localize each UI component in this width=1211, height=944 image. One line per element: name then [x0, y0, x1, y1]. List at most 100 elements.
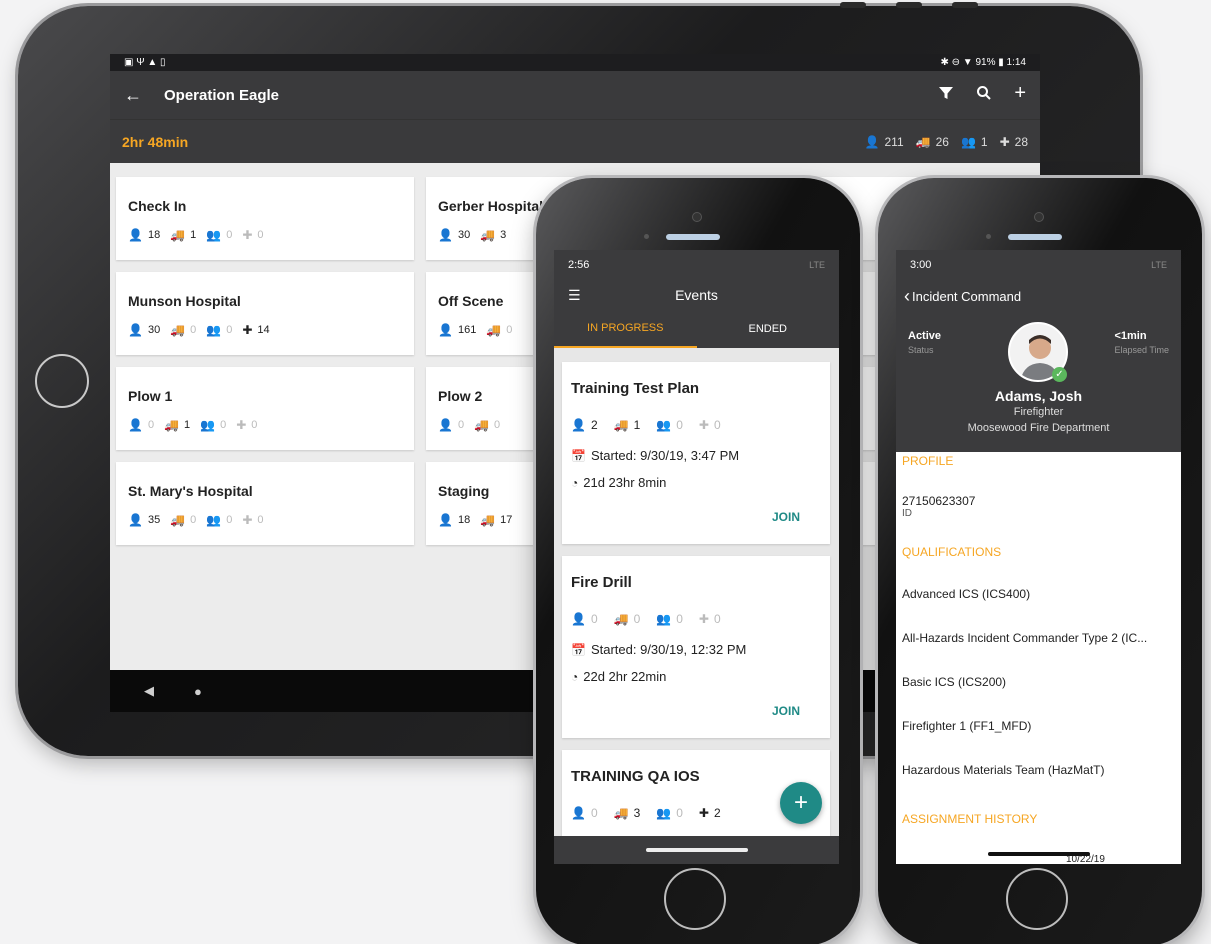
event-card[interactable]: Training Test Plan 👤 2 🚚 1 👥 0 ✚ 0 📅 Started:… — [562, 362, 830, 544]
vehicle-count: 26 — [935, 134, 949, 149]
back-arrow-icon[interactable]: ← — [124, 85, 142, 106]
qualification-item[interactable]: All-Hazards Incident Commander Type 2 (I… — [902, 631, 1147, 645]
profile-header: Active Status ✓ <1min Elapsed Time Adams… — [896, 312, 1181, 452]
hamburger-menu-icon[interactable]: ☰ — [568, 287, 581, 304]
phone-home-button[interactable] — [664, 868, 726, 930]
location-name: Staging — [438, 483, 490, 499]
vehicle-count: 0 — [494, 419, 501, 431]
truck-icon: 🚚 — [474, 418, 490, 432]
truck-icon: 🚚 — [480, 228, 496, 242]
medkit-icon: ✚ — [999, 134, 1010, 149]
person-icon: 👤 — [438, 323, 453, 337]
group-icon: 👥 — [206, 513, 222, 527]
qualification-item[interactable]: Basic ICS (ICS200) — [902, 675, 1006, 689]
truck-icon: 🚚 — [170, 228, 186, 242]
home-indicator — [646, 848, 748, 852]
chevron-left-icon[interactable]: ‹ — [904, 286, 910, 307]
group-count: 0 — [220, 419, 227, 431]
event-name: Training Test Plan — [571, 380, 700, 397]
join-button[interactable]: JOIN — [772, 704, 800, 718]
elapsed-label: Elapsed Time — [1114, 345, 1169, 355]
add-icon[interactable]: + — [1014, 83, 1026, 106]
id-row: 27150623307 ID — [902, 494, 975, 519]
tablet-hardware-button — [840, 2, 866, 8]
location-card[interactable]: Check In 👤 18 🚚 1 👥 0 ✚ 0 — [116, 177, 414, 260]
verified-check-icon: ✓ — [1052, 367, 1067, 382]
summary-bar: 2hr 48min 👤 211 🚚 26 👥 1 ✚ 28 — [110, 119, 1040, 163]
front-camera — [1034, 212, 1044, 222]
nav-back-icon[interactable]: ◀ — [144, 683, 154, 699]
nav-home-icon[interactable]: ● — [194, 684, 202, 699]
add-event-button[interactable]: + — [780, 782, 822, 824]
event-card[interactable]: Fire Drill 👤 0 🚚 0 👥 0 ✚ 0 📅 Started: 9/30/19… — [562, 556, 830, 738]
person-role: Firefighter — [1013, 406, 1064, 418]
person-icon: 👤 — [571, 806, 586, 820]
person-department: Moosewood Fire Department — [967, 422, 1110, 434]
people-count: 18 — [147, 229, 161, 241]
people-count: 35 — [147, 514, 161, 526]
group-icon: 👥 — [206, 323, 222, 337]
status-bar: ▣ Ψ ▲ ▯ ✱ ⊖ ▼ 91% ▮ 1:14 — [110, 54, 1040, 71]
earpiece-speaker — [1008, 234, 1062, 240]
tab-ended[interactable]: ENDED — [697, 310, 840, 348]
elapsed-time: 2hr 48min — [122, 133, 189, 150]
location-name: Off Scene — [438, 293, 504, 309]
incident-phone: 3:00 LTE ‹ Incident Command Active Statu… — [878, 178, 1202, 944]
location-name: Check In — [128, 198, 187, 214]
section-assignment-history: ASSIGNMENT HISTORY — [902, 812, 1038, 826]
signal-indicator: LTE — [1151, 260, 1167, 270]
person-icon: 👤 — [128, 323, 143, 337]
sensor — [644, 234, 649, 239]
filter-icon[interactable] — [938, 85, 954, 106]
person-name: Adams, Josh — [994, 388, 1083, 404]
location-name: St. Mary's Hospital — [128, 483, 253, 499]
sensor — [986, 234, 991, 239]
event-name: TRAINING QA IOS — [571, 768, 700, 785]
medkit-icon: ✚ — [698, 418, 709, 432]
tablet-hardware-button — [896, 2, 922, 8]
group-icon: 👥 — [656, 612, 672, 626]
medkit-icon: ✚ — [698, 612, 709, 626]
group-icon: 👥 — [206, 228, 222, 242]
people-count: 0 — [147, 419, 155, 431]
calendar-icon: 📅 — [571, 642, 586, 657]
app-bar: ← Operation Eagle + — [110, 71, 1040, 119]
tab-in-progress[interactable]: IN PROGRESS — [554, 310, 697, 348]
truck-icon: 🚚 — [613, 806, 629, 820]
status-stat: Active Status — [908, 330, 941, 355]
person-icon: 👤 — [438, 418, 453, 432]
group-count: 0 — [676, 806, 683, 820]
person-icon: 👤 — [571, 418, 586, 432]
truck-icon: 🚚 — [170, 513, 186, 527]
people-count: 30 — [457, 229, 471, 241]
phone-status-bar: 2:56 LTE — [554, 250, 839, 280]
tablet-home-button[interactable] — [35, 354, 89, 408]
elapsed-stat: <1min Elapsed Time — [1114, 330, 1169, 355]
section-profile: PROFILE — [902, 454, 954, 468]
vehicle-count: 1 — [190, 229, 197, 241]
clock: 2:56 — [568, 259, 590, 271]
kit-count: 0 — [251, 419, 258, 431]
qualification-item[interactable]: Hazardous Materials Team (HazMatT) — [902, 763, 1105, 777]
medkit-icon: ✚ — [236, 418, 247, 432]
group-count: 0 — [676, 418, 683, 432]
qualification-item[interactable]: Firefighter 1 (FF1_MFD) — [902, 719, 1031, 733]
person-icon: 👤 — [571, 612, 586, 626]
back-link[interactable]: Incident Command — [912, 289, 1021, 304]
location-card[interactable]: Plow 1 👤 0 🚚 1 👥 0 ✚ 0 — [116, 367, 414, 450]
status-value: Active — [908, 330, 942, 342]
truck-icon: 🚚 — [164, 418, 180, 432]
truck-icon: 🚚 — [915, 134, 931, 149]
person-icon: 👤 — [128, 418, 143, 432]
people-count: 18 — [457, 514, 471, 526]
location-card[interactable]: Munson Hospital 👤 30 🚚 0 👥 0 ✚ 14 — [116, 272, 414, 355]
phone-home-button[interactable] — [1006, 868, 1068, 930]
search-icon[interactable] — [976, 85, 992, 106]
qualification-item[interactable]: Advanced ICS (ICS400) — [902, 587, 1030, 601]
location-card[interactable]: St. Mary's Hospital 👤 35 🚚 0 👥 0 ✚ 0 — [116, 462, 414, 545]
location-name: Gerber Hospital — [438, 198, 544, 214]
join-button[interactable]: JOIN — [772, 510, 800, 524]
id-value: 27150623307 — [902, 494, 976, 508]
group-icon: 👥 — [960, 134, 976, 149]
group-icon: 👥 — [656, 418, 672, 432]
